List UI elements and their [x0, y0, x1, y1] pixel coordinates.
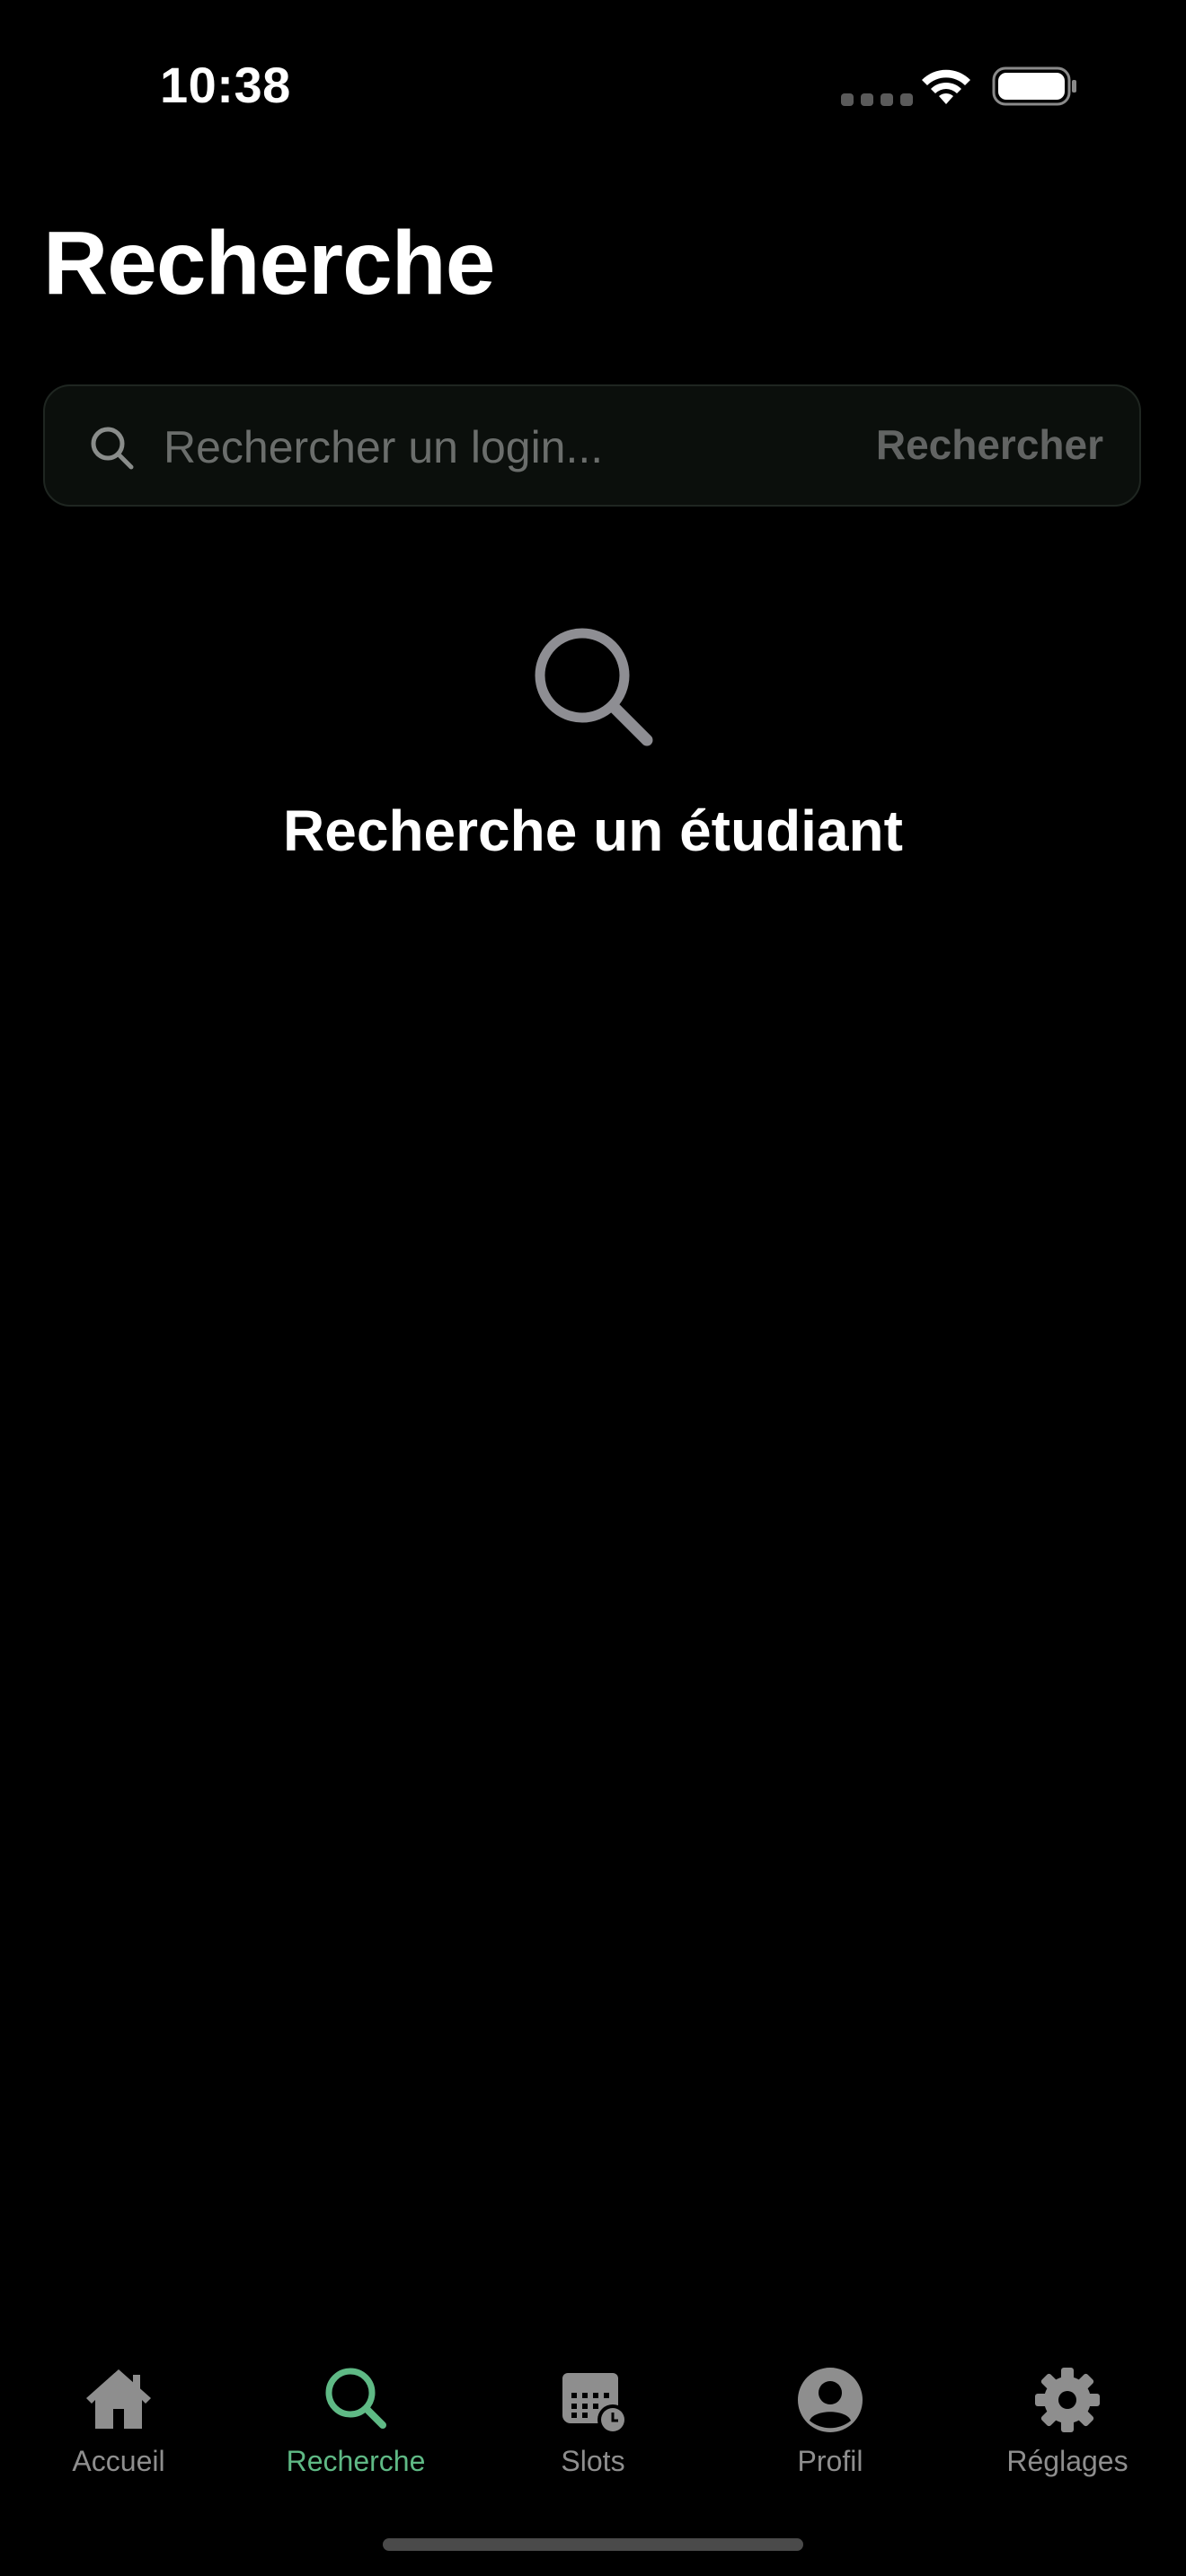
tab-accueil[interactable]: Accueil [11, 2344, 226, 2506]
tab-recherche[interactable]: Recherche [248, 2344, 464, 2506]
tab-label: Profil [797, 2445, 863, 2477]
home-indicator[interactable] [383, 2538, 803, 2551]
search-submit-button[interactable]: Rechercher [876, 420, 1103, 469]
empty-state-message: Recherche un étudiant [283, 798, 903, 863]
calendar-clock-icon [562, 2373, 628, 2435]
tab-reglages[interactable]: Réglages [960, 2344, 1175, 2506]
search-icon [325, 2368, 386, 2429]
house-icon [86, 2369, 151, 2429]
search-input[interactable] [164, 413, 864, 481]
tab-label: Slots [561, 2445, 625, 2477]
tab-label: Recherche [286, 2445, 426, 2477]
status-bar: 10:38 [0, 0, 1186, 171]
tab-bar: Accueil Recherche Slots Profil Réglages [0, 2344, 1186, 2506]
wifi-icon [922, 69, 970, 104]
search-icon [91, 427, 134, 470]
tab-label: Accueil [72, 2445, 165, 2477]
search-icon [535, 628, 653, 746]
gear-icon [1035, 2368, 1100, 2432]
tab-slots[interactable]: Slots [485, 2344, 701, 2506]
page-title: Recherche [43, 213, 495, 313]
battery-icon [992, 66, 1076, 106]
cellular-signal-icon [841, 93, 913, 106]
person-circle-icon [798, 2368, 863, 2432]
tab-label: Réglages [1006, 2445, 1128, 2477]
status-time: 10:38 [160, 57, 291, 113]
tab-profil[interactable]: Profil [722, 2344, 938, 2506]
search-bar[interactable]: Rechercher [43, 384, 1141, 507]
